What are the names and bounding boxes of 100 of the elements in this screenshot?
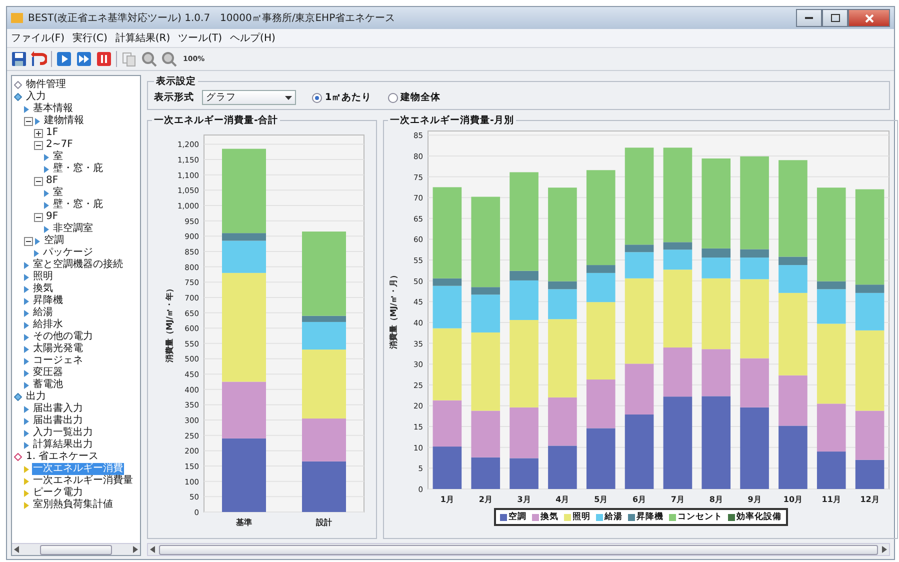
menu-item[interactable]: 計算結果(R) (115, 31, 170, 45)
radio-label[interactable]: 1㎡あたり (325, 91, 372, 104)
tree-item[interactable]: 太陽光発電 (32, 343, 84, 355)
tree-item[interactable]: 届出書入力 (32, 403, 84, 415)
maximize-icon (830, 14, 840, 22)
menu-item[interactable]: ツール(T) (178, 31, 222, 45)
tree-item[interactable]: 空調 (43, 235, 65, 247)
tree-item[interactable]: 計算結果出力 (32, 439, 94, 451)
group-title: 表示設定 (155, 75, 197, 88)
x-tick-label: 2月 (478, 495, 492, 504)
tree-item[interactable]: 給排水 (32, 319, 64, 331)
menu-item[interactable]: ヘルプ(H) (230, 31, 276, 45)
legend-label: 換気 (540, 511, 558, 523)
scroll-right-icon[interactable] (133, 546, 138, 553)
tree-item[interactable]: 給湯 (32, 307, 54, 319)
collapse-toggle[interactable] (24, 116, 33, 126)
maximize-button[interactable] (822, 9, 848, 27)
pause-icon[interactable] (96, 51, 112, 67)
tree-item[interactable]: 届出書出力 (32, 415, 84, 427)
fast-forward-icon[interactable] (76, 51, 92, 67)
scroll-left-icon[interactable] (14, 546, 19, 553)
tree-item[interactable]: 壁・窓・庇 (52, 199, 104, 211)
expand-toggle[interactable] (34, 128, 43, 138)
close-icon (864, 14, 874, 22)
x-tick-label: 9月 (748, 495, 762, 504)
tree-item[interactable]: 入力 (25, 91, 47, 103)
tree-item[interactable]: 1F (45, 127, 60, 139)
x-tick-label: 基準 (236, 518, 252, 527)
tree-item[interactable]: 建物情報 (43, 115, 85, 127)
legend-label: 給湯 (604, 511, 622, 523)
tree-item[interactable]: 物件管理 (25, 79, 67, 91)
tree-item[interactable]: 室 (52, 187, 64, 199)
y-axis-label: 消費量（MJ/㎡・月） (389, 271, 398, 349)
play-icon[interactable] (56, 51, 72, 67)
x-tick-label: 6月 (632, 495, 646, 504)
radio-button[interactable] (312, 92, 322, 102)
legend-label: コンセント (678, 511, 722, 523)
save-icon[interactable] (11, 51, 27, 67)
close-button[interactable] (848, 9, 890, 27)
x-tick-label: 4月 (556, 495, 570, 504)
x-tick-label: 5月 (594, 495, 608, 504)
scroll-left-icon[interactable] (150, 546, 155, 553)
y-axis-label: 消費量（MJ/㎡・年） (165, 284, 174, 362)
tree-item[interactable]: 一次エネルギー消費量 (32, 475, 134, 487)
tree-item[interactable]: 室別熱負荷集計値 (32, 499, 114, 511)
legend-label: 照明 (572, 511, 590, 523)
format-dropdown[interactable]: グラフ (202, 90, 296, 105)
undo-icon[interactable] (31, 51, 47, 67)
tree-item[interactable]: 出力 (25, 391, 47, 403)
tree-item[interactable]: 非空調室 (52, 223, 94, 235)
legend-label: 空調 (508, 511, 526, 523)
scroll-right-icon[interactable] (882, 546, 887, 553)
tree-item[interactable]: その他の電力 (32, 331, 94, 343)
diamond-icon (14, 453, 22, 461)
dropdown-caret-icon (285, 96, 292, 100)
tree-item[interactable]: 入力一覧出力 (32, 427, 94, 439)
minimize-icon (805, 16, 813, 20)
x-tick-label: 10月 (783, 495, 803, 504)
menu-item[interactable]: 実行(C) (72, 31, 108, 45)
group-title: 一次エネルギー消費量-月別 (389, 114, 515, 127)
zoom-out-icon[interactable] (161, 51, 177, 67)
collapse-toggle[interactable] (34, 212, 43, 222)
tree-item[interactable]: 基本情報 (32, 103, 74, 115)
tree-item[interactable]: 昇降機 (32, 295, 64, 307)
x-tick-label: 11月 (822, 495, 841, 504)
window-title: BEST(改正省エネ基準対応ツール) 1.0.7 10000㎡事務所/東京EHP省エネケース (28, 12, 396, 25)
legend-label: 昇降機 (636, 511, 664, 523)
tree-item[interactable]: パッケージ (42, 247, 94, 259)
collapse-toggle[interactable] (34, 176, 43, 186)
tree-item[interactable]: コージェネ (32, 355, 84, 367)
menu-item[interactable]: ファイル(F) (11, 31, 65, 45)
app-icon (11, 12, 23, 24)
tree-item[interactable]: ピーク電力 (32, 487, 84, 499)
tree-item[interactable]: 換気 (32, 283, 54, 295)
legend-label: 効率化設備 (736, 511, 782, 523)
tree-item[interactable]: 蓄電池 (32, 379, 64, 391)
collapse-toggle[interactable] (24, 236, 33, 246)
radio-button[interactable] (388, 92, 398, 102)
horizontal-scrollbar[interactable] (147, 543, 890, 556)
tree-item[interactable]: 室と空調機器の接続 (32, 259, 124, 271)
diamond-icon (14, 393, 22, 401)
x-tick-label: 設計 (316, 518, 332, 527)
x-tick-label: 12月 (860, 495, 880, 504)
tree-item[interactable]: 1. 省エネケース (25, 451, 100, 463)
zoom-in-icon[interactable] (141, 51, 157, 67)
minimize-button[interactable] (796, 9, 822, 27)
x-tick-label: 7月 (670, 495, 684, 504)
tree-item[interactable]: 壁・窓・庇 (52, 163, 104, 175)
tree-item[interactable]: 2~7F (45, 139, 74, 151)
tree-item[interactable]: 9F (45, 211, 60, 223)
horizontal-scrollbar[interactable] (12, 543, 140, 555)
radio-label[interactable]: 建物全体 (400, 91, 441, 104)
tree-item[interactable]: 8F (45, 175, 60, 187)
x-tick-label: 1月 (440, 495, 454, 504)
collapse-toggle[interactable] (34, 140, 43, 150)
tree-item[interactable]: 変圧器 (32, 367, 64, 379)
tree-item[interactable]: 照明 (32, 271, 54, 283)
field-label: 表示形式 (154, 91, 194, 104)
x-tick-label: 8月 (709, 495, 723, 504)
tree-item[interactable]: 室 (52, 151, 64, 163)
